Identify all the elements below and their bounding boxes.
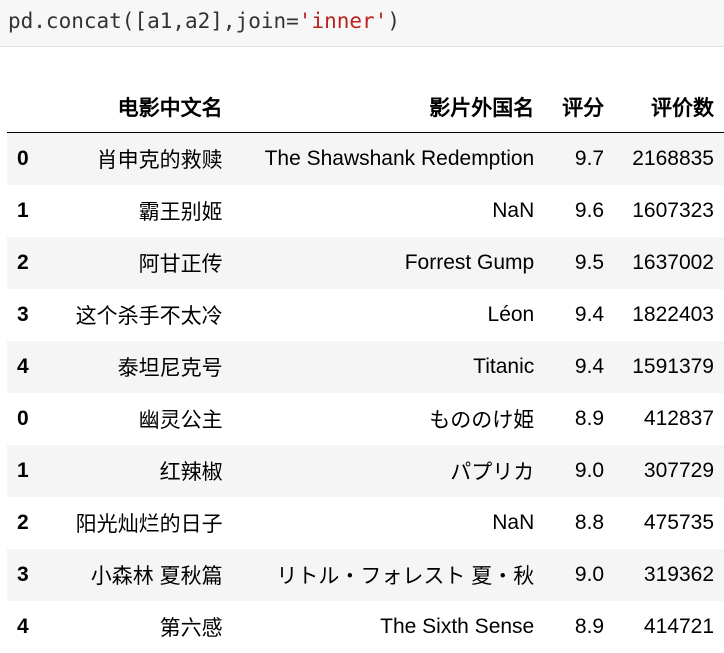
row-index: 2 (7, 237, 53, 289)
table-row: 2 阿甘正传 Forrest Gump 9.5 1637002 (7, 237, 724, 289)
table-row: 2 阳光灿烂的日子 NaN 8.8 475735 (7, 497, 724, 549)
cell-votes: 1591379 (614, 341, 724, 393)
table-row: 0 肖申克的救赎 The Shawshank Redemption 9.7 21… (7, 133, 724, 186)
header-index (7, 82, 53, 133)
cell-chinese-name: 阳光灿烂的日子 (53, 497, 233, 549)
cell-score: 9.0 (544, 549, 614, 601)
row-index: 1 (7, 185, 53, 237)
cell-chinese-name: 幽灵公主 (53, 393, 233, 445)
row-index: 4 (7, 601, 53, 653)
table-row: 1 红辣椒 パプリカ 9.0 307729 (7, 445, 724, 497)
cell-chinese-name: 肖申克的救赎 (53, 133, 233, 186)
cell-foreign-name: The Shawshank Redemption (233, 133, 545, 186)
header-votes: 评价数 (614, 82, 724, 133)
row-index: 4 (7, 341, 53, 393)
cell-votes: 475735 (614, 497, 724, 549)
cell-chinese-name: 红辣椒 (53, 445, 233, 497)
cell-score: 9.0 (544, 445, 614, 497)
row-index: 2 (7, 497, 53, 549)
row-index: 1 (7, 445, 53, 497)
cell-votes: 319362 (614, 549, 724, 601)
cell-chinese-name: 阿甘正传 (53, 237, 233, 289)
table-row: 4 泰坦尼克号 Titanic 9.4 1591379 (7, 341, 724, 393)
header-foreign-name: 影片外国名 (233, 82, 545, 133)
cell-chinese-name: 泰坦尼克号 (53, 341, 233, 393)
table-row: 3 小森林 夏秋篇 リトル・フォレスト 夏・秋 9.0 319362 (7, 549, 724, 601)
table-row: 4 第六感 The Sixth Sense 8.9 414721 (7, 601, 724, 653)
cell-score: 9.7 (544, 133, 614, 186)
cell-votes: 1637002 (614, 237, 724, 289)
row-index: 3 (7, 549, 53, 601)
header-score: 评分 (544, 82, 614, 133)
table-row: 1 霸王别姬 NaN 9.6 1607323 (7, 185, 724, 237)
table-header: 电影中文名 影片外国名 评分 评价数 (7, 82, 724, 133)
cell-votes: 2168835 (614, 133, 724, 186)
cell-votes: 1607323 (614, 185, 724, 237)
cell-foreign-name: Forrest Gump (233, 237, 545, 289)
header-row: 电影中文名 影片外国名 评分 评价数 (7, 82, 724, 133)
code-string-literal: 'inner' (299, 9, 388, 33)
cell-votes: 412837 (614, 393, 724, 445)
cell-score: 9.6 (544, 185, 614, 237)
cell-foreign-name: もののけ姫 (233, 393, 545, 445)
cell-foreign-name: The Sixth Sense (233, 601, 545, 653)
cell-score: 8.9 (544, 393, 614, 445)
cell-votes: 1822403 (614, 289, 724, 341)
cell-chinese-name: 第六感 (53, 601, 233, 653)
table-row: 0 幽灵公主 もののけ姫 8.9 412837 (7, 393, 724, 445)
cell-score: 9.5 (544, 237, 614, 289)
cell-foreign-name: NaN (233, 497, 545, 549)
table-body: 0 肖申克的救赎 The Shawshank Redemption 9.7 21… (7, 133, 724, 653)
cell-score: 9.4 (544, 341, 614, 393)
table-row: 3 这个杀手不太冷 Léon 9.4 1822403 (7, 289, 724, 341)
cell-foreign-name: Titanic (233, 341, 545, 393)
cell-chinese-name: 这个杀手不太冷 (53, 289, 233, 341)
cell-foreign-name: リトル・フォレスト 夏・秋 (233, 549, 545, 601)
row-index: 3 (7, 289, 53, 341)
cell-votes: 307729 (614, 445, 724, 497)
cell-foreign-name: パプリカ (233, 445, 545, 497)
cell-score: 9.4 (544, 289, 614, 341)
header-chinese-name: 电影中文名 (53, 82, 233, 133)
cell-score: 8.9 (544, 601, 614, 653)
dataframe-output: 电影中文名 影片外国名 评分 评价数 0 肖申克的救赎 The Shawshan… (7, 82, 724, 653)
code-text-end: ) (387, 9, 400, 33)
code-line: pd.concat([a1,a2],join='inner') (8, 6, 400, 36)
row-index: 0 (7, 393, 53, 445)
cell-foreign-name: Léon (233, 289, 545, 341)
cell-score: 8.8 (544, 497, 614, 549)
code-text: pd.concat([a1,a2],join= (8, 9, 299, 33)
code-cell[interactable]: pd.concat([a1,a2],join='inner') (0, 0, 724, 47)
cell-chinese-name: 小森林 夏秋篇 (53, 549, 233, 601)
cell-votes: 414721 (614, 601, 724, 653)
cell-foreign-name: NaN (233, 185, 545, 237)
row-index: 0 (7, 133, 53, 186)
cell-chinese-name: 霸王别姬 (53, 185, 233, 237)
